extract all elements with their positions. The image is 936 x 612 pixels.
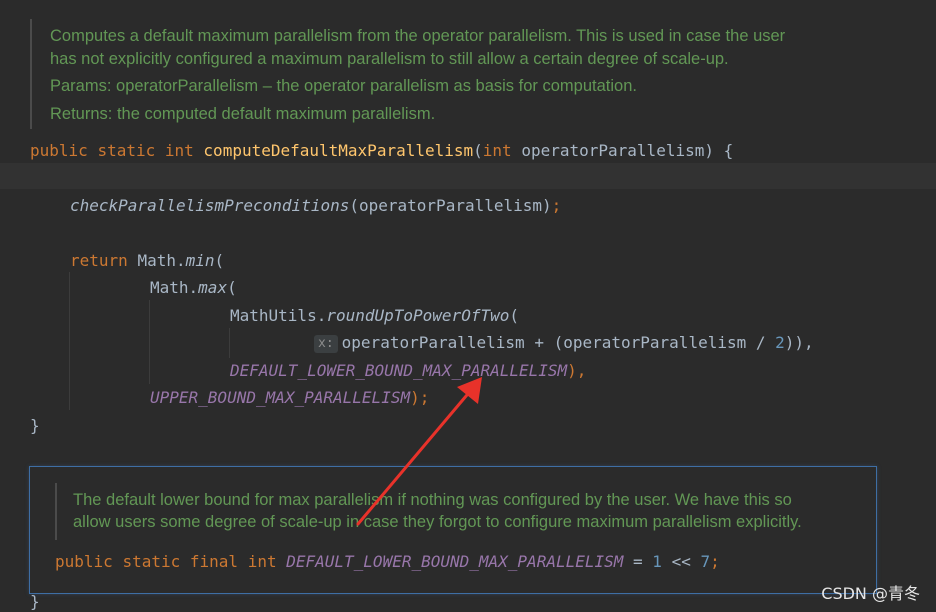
open-paren: ( — [473, 141, 483, 160]
open-paren: ( — [214, 251, 225, 270]
expression: operatorParallelism + (operatorParalleli… — [341, 333, 776, 352]
param-type: int — [482, 141, 512, 160]
quick-documentation-popup[interactable]: The default lower bound for max parallel… — [29, 466, 877, 594]
check-call[interactable]: checkParallelismPreconditions — [70, 196, 349, 215]
math-class: Math. — [137, 251, 186, 270]
params-text: operatorParallelism – the operator paral… — [116, 77, 637, 95]
comma-close: ), — [567, 361, 587, 380]
semicolon: ; — [551, 196, 562, 215]
keyword-int: int — [247, 552, 277, 571]
doc-line-2: has not explicitly configured a maximum … — [50, 50, 729, 68]
popup-javadoc: The default lower bound for max parallel… — [55, 483, 857, 540]
expression-line[interactable]: x: operatorParallelism + (operatorParalle… — [314, 333, 814, 353]
indent-guide — [149, 300, 150, 384]
indent-guide — [229, 328, 230, 358]
default-lower-constant[interactable]: DEFAULT_LOWER_BOUND_MAX_PARALLELISM — [230, 361, 567, 380]
keyword-final: final — [189, 552, 239, 571]
closing-brace: } — [30, 416, 40, 435]
params-label: Params: — [50, 77, 112, 95]
open-paren: ( — [227, 278, 237, 297]
round-up-call[interactable]: roundUpToPowerOfTwo — [326, 306, 509, 325]
popup-declaration: public static final int DEFAULT_LOWER_BO… — [55, 552, 720, 572]
return-line[interactable]: return Math.min( — [70, 251, 224, 271]
param-name[interactable]: operatorParallelism — [521, 141, 704, 160]
number-two: 2 — [775, 333, 785, 352]
popup-doc-line-2: allow users some degree of scale-up in c… — [73, 513, 802, 531]
keyword-public: public — [30, 141, 88, 160]
keyword-static: static — [122, 552, 181, 571]
javadoc-comment: Computes a default maximum parallelism f… — [30, 19, 936, 129]
keyword-int: int — [164, 141, 194, 160]
upper-close: ); — [410, 388, 430, 407]
math-max-line[interactable]: Math.max( — [150, 278, 237, 298]
doc-line-1: Computes a default maximum parallelism f… — [50, 27, 786, 45]
popup-doc-line-1: The default lower bound for max parallel… — [73, 491, 792, 509]
watermark: CSDN @青冬 — [821, 584, 920, 603]
math-max[interactable]: max — [198, 278, 227, 297]
number-seven: 7 — [700, 552, 711, 571]
doc-params: Params: operatorParallelism – the operat… — [50, 77, 637, 96]
upper-bound-line[interactable]: UPPER_BOUND_MAX_PARALLELISM); — [150, 388, 429, 408]
check-preconditions-line[interactable]: checkParallelismPreconditions(operatorPa… — [70, 196, 561, 216]
open-paren: ( — [509, 306, 519, 325]
parameter-hint: x: — [314, 335, 338, 353]
keyword-static: static — [97, 141, 156, 160]
popup-constant-name: DEFAULT_LOWER_BOUND_MAX_PARALLELISM — [286, 552, 624, 571]
round-up-line[interactable]: MathUtils.roundUpToPowerOfTwo( — [230, 306, 519, 326]
math-min[interactable]: min — [186, 251, 215, 270]
method-signature[interactable]: public static int computeDefaultMaxParal… — [30, 141, 733, 161]
signature-close: ) { — [704, 141, 734, 160]
indent-guide — [69, 272, 70, 410]
upper-bound-constant[interactable]: UPPER_BOUND_MAX_PARALLELISM — [150, 388, 410, 407]
keyword-return: return — [70, 251, 128, 270]
semicolon: ; — [710, 552, 720, 571]
keyword-public: public — [55, 552, 113, 571]
math-class: Math. — [150, 278, 199, 297]
returns-label: Returns: — [50, 105, 113, 123]
method-name[interactable]: computeDefaultMaxParallelism — [203, 141, 473, 160]
doc-returns: Returns: the computed default maximum pa… — [50, 105, 435, 124]
check-arg: (operatorParallelism) — [349, 196, 552, 215]
default-lower-line[interactable]: DEFAULT_LOWER_BOUND_MAX_PARALLELISM), — [230, 361, 586, 381]
mathutils-class: MathUtils. — [230, 306, 327, 325]
equals: = — [623, 552, 653, 571]
number-one: 1 — [652, 552, 662, 571]
shift-operator: << — [661, 552, 701, 571]
expression-close: )), — [784, 333, 814, 352]
closing-brace-partial: } — [30, 592, 40, 611]
current-line-highlight — [0, 163, 936, 189]
returns-text: the computed default maximum parallelism… — [116, 105, 436, 123]
